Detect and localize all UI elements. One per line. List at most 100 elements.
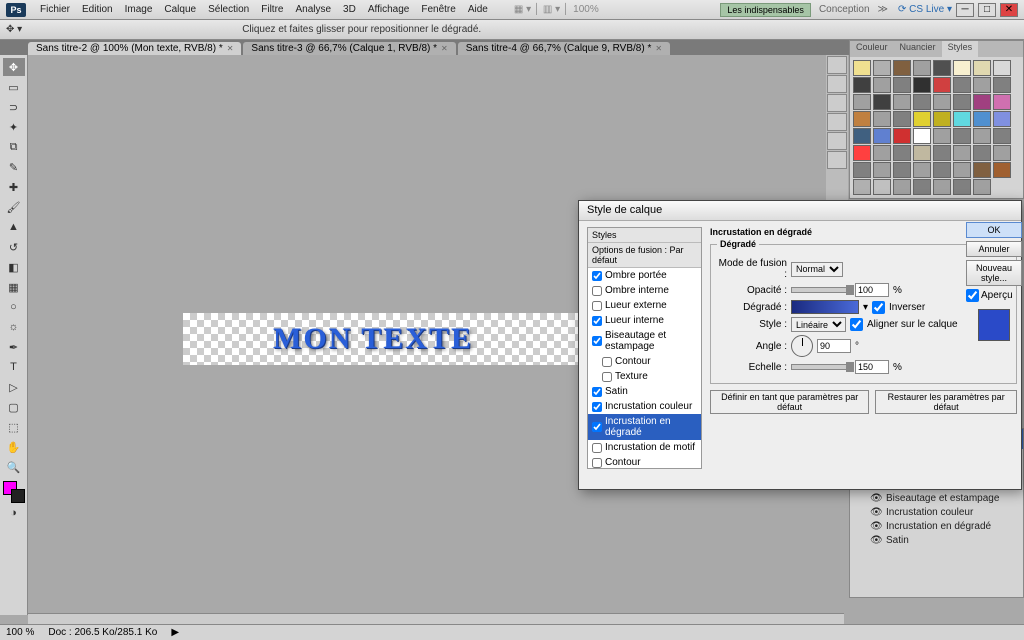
invert-checkbox[interactable] bbox=[872, 301, 885, 314]
canvas[interactable]: MON TEXTE bbox=[183, 313, 581, 365]
history-brush-tool[interactable]: ↺ bbox=[3, 238, 25, 256]
preview-checkbox[interactable] bbox=[966, 289, 979, 302]
dropdown-icon[interactable]: ▾ bbox=[863, 302, 868, 313]
eye-icon[interactable]: 👁 bbox=[870, 535, 882, 546]
style-option[interactable]: Ombre portée bbox=[588, 268, 701, 283]
swatch[interactable] bbox=[953, 94, 971, 110]
swatch[interactable] bbox=[893, 145, 911, 161]
swatch[interactable] bbox=[933, 145, 951, 161]
swatch[interactable] bbox=[893, 111, 911, 127]
angle-dial[interactable] bbox=[791, 335, 813, 357]
swatch[interactable] bbox=[853, 179, 871, 195]
document-tab-3[interactable]: Sans titre-4 @ 66,7% (Calque 9, RVB/8) *… bbox=[458, 42, 670, 55]
cslive-button[interactable]: ⟳ CS Live ▾ bbox=[898, 4, 952, 15]
lasso-tool[interactable]: ⊃ bbox=[3, 98, 25, 116]
zoom-tool[interactable]: 🔍 bbox=[3, 458, 25, 476]
path-tool[interactable]: ▷ bbox=[3, 378, 25, 396]
close-icon[interactable]: ✕ bbox=[441, 44, 448, 53]
tab-swatches[interactable]: Nuancier bbox=[894, 41, 942, 57]
chevron-right-icon[interactable]: ≫ bbox=[878, 4, 888, 15]
swatch[interactable] bbox=[993, 162, 1011, 178]
swatch[interactable] bbox=[893, 94, 911, 110]
align-checkbox[interactable] bbox=[850, 318, 863, 331]
cancel-button[interactable]: Annuler bbox=[966, 241, 1022, 257]
swatch[interactable] bbox=[913, 162, 931, 178]
style-option[interactable]: Lueur interne bbox=[588, 313, 701, 328]
crop-tool[interactable]: ⧉ bbox=[3, 138, 25, 156]
restore-default-button[interactable]: Restaurer les paramètres par défaut bbox=[875, 390, 1017, 414]
tab-color[interactable]: Couleur bbox=[850, 41, 894, 57]
menu-3d[interactable]: 3D bbox=[337, 4, 362, 15]
swatch[interactable] bbox=[953, 145, 971, 161]
style-option[interactable]: Incrustation de motif bbox=[588, 440, 701, 455]
angle-input[interactable] bbox=[817, 339, 851, 353]
swatch[interactable] bbox=[953, 60, 971, 76]
status-doc-size[interactable]: Doc : 206.5 Ko/285.1 Ko bbox=[48, 627, 157, 638]
stamp-tool[interactable]: ▲ bbox=[3, 218, 25, 236]
swatch[interactable] bbox=[933, 94, 951, 110]
type-tool[interactable]: T bbox=[3, 358, 25, 376]
swatch[interactable] bbox=[893, 162, 911, 178]
swatch[interactable] bbox=[893, 179, 911, 195]
swatch[interactable] bbox=[913, 60, 931, 76]
style-option[interactable]: Incrustation couleur bbox=[588, 399, 701, 414]
marquee-tool[interactable]: ▭ bbox=[3, 78, 25, 96]
swatch[interactable] bbox=[893, 60, 911, 76]
heal-tool[interactable]: ✚ bbox=[3, 178, 25, 196]
preview-checkbox-label[interactable]: Aperçu bbox=[966, 289, 1022, 302]
swatch[interactable] bbox=[913, 111, 931, 127]
swatch[interactable] bbox=[953, 162, 971, 178]
swatch[interactable] bbox=[993, 94, 1011, 110]
new-style-button[interactable]: Nouveau style... bbox=[966, 260, 1022, 286]
style-checkbox[interactable] bbox=[592, 458, 602, 468]
swatch[interactable] bbox=[973, 145, 991, 161]
brush-tool[interactable]: 🖌 bbox=[3, 198, 25, 216]
document-tab-1[interactable]: Sans titre-2 @ 100% (Mon texte, RVB/8) *… bbox=[28, 42, 241, 55]
swatch[interactable] bbox=[953, 179, 971, 195]
panel-icon[interactable] bbox=[827, 56, 847, 74]
styles-header[interactable]: Styles bbox=[588, 228, 701, 243]
effect-row[interactable]: 👁Biseautage et estampage bbox=[850, 491, 1023, 505]
style-option[interactable]: Lueur externe bbox=[588, 298, 701, 313]
menu-edit[interactable]: Edition bbox=[76, 4, 119, 15]
workspace-essentials-button[interactable]: Les indispensables bbox=[720, 3, 811, 17]
style-option[interactable]: Satin bbox=[588, 384, 701, 399]
style-option[interactable]: Ombre interne bbox=[588, 283, 701, 298]
style-option[interactable]: Texture bbox=[588, 369, 701, 384]
menu-window[interactable]: Fenêtre bbox=[415, 4, 461, 15]
panel-icon[interactable] bbox=[827, 113, 847, 131]
style-checkbox[interactable] bbox=[592, 271, 602, 281]
swatch[interactable] bbox=[913, 179, 931, 195]
swatch[interactable] bbox=[913, 77, 931, 93]
swatch[interactable] bbox=[993, 145, 1011, 161]
color-swatches[interactable] bbox=[3, 481, 25, 503]
swatch[interactable] bbox=[933, 77, 951, 93]
swatch[interactable] bbox=[933, 128, 951, 144]
quickmask-toggle[interactable]: ◑ bbox=[3, 504, 25, 522]
swatch[interactable] bbox=[973, 111, 991, 127]
close-icon[interactable]: ✕ bbox=[227, 44, 234, 53]
style-checkbox[interactable] bbox=[602, 372, 612, 382]
swatch[interactable] bbox=[913, 128, 931, 144]
swatch[interactable] bbox=[973, 94, 991, 110]
swatch[interactable] bbox=[973, 162, 991, 178]
swatch[interactable] bbox=[873, 111, 891, 127]
swatch[interactable] bbox=[893, 77, 911, 93]
maximize-button[interactable]: □ bbox=[978, 3, 996, 17]
pen-tool[interactable]: ✒ bbox=[3, 338, 25, 356]
style-checkbox[interactable] bbox=[592, 316, 602, 326]
shape-tool[interactable]: ▢ bbox=[3, 398, 25, 416]
style-checkbox[interactable] bbox=[592, 301, 602, 311]
swatch[interactable] bbox=[973, 179, 991, 195]
style-option[interactable]: Biseautage et estampage bbox=[588, 328, 701, 354]
panel-icon[interactable] bbox=[827, 94, 847, 112]
close-button[interactable]: ✕ bbox=[1000, 3, 1018, 17]
swatch[interactable] bbox=[893, 128, 911, 144]
swatch[interactable] bbox=[873, 162, 891, 178]
dodge-tool[interactable]: ☼ bbox=[3, 318, 25, 336]
opacity-slider[interactable] bbox=[791, 287, 851, 293]
style-checkbox[interactable] bbox=[592, 286, 602, 296]
swatch[interactable] bbox=[873, 94, 891, 110]
gradient-preview[interactable] bbox=[791, 300, 859, 314]
swatch[interactable] bbox=[973, 60, 991, 76]
